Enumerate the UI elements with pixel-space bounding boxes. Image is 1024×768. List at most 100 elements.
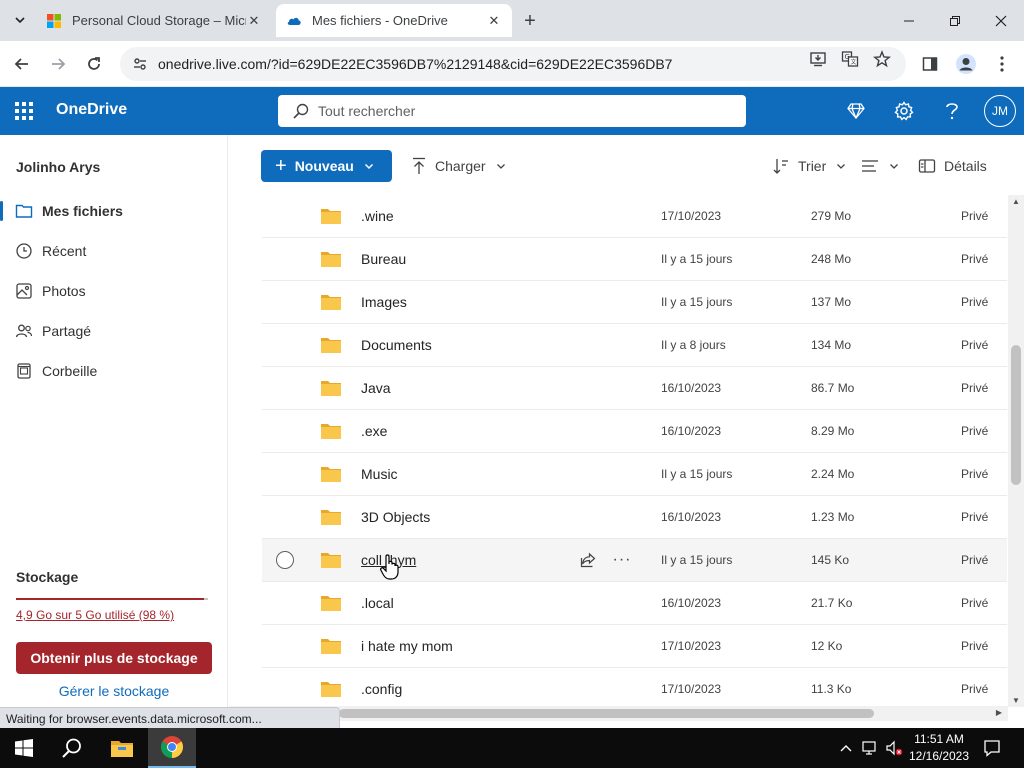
- start-button[interactable]: [0, 728, 48, 768]
- file-name[interactable]: i hate my mom: [361, 638, 453, 654]
- browser-tab-active[interactable]: Mes fichiers - OneDrive ✕: [276, 4, 512, 37]
- side-panel-icon[interactable]: [916, 50, 944, 78]
- back-button[interactable]: [8, 50, 36, 78]
- vertical-scrollbar[interactable]: ▲ ▼: [1008, 195, 1024, 707]
- nav-item-recent[interactable]: Récent: [0, 233, 227, 269]
- file-name[interactable]: .local: [361, 595, 394, 611]
- close-window-button[interactable]: [978, 0, 1024, 41]
- volume-muted-icon[interactable]: [884, 738, 904, 758]
- file-name[interactable]: Java: [361, 380, 391, 396]
- restore-button[interactable]: [932, 0, 978, 41]
- file-size: 1.23 Mo: [811, 510, 855, 524]
- file-row[interactable]: Java 16/10/2023 86.7 Mo Privé: [262, 367, 1007, 410]
- file-size: 134 Mo: [811, 338, 852, 352]
- site-info-icon[interactable]: [126, 50, 154, 78]
- more-options-icon[interactable]: ···: [612, 550, 632, 570]
- nav-item-recycle-bin[interactable]: Corbeille: [0, 353, 227, 389]
- close-tab-icon[interactable]: ✕: [246, 13, 262, 29]
- file-explorer-button[interactable]: [98, 728, 146, 768]
- folder-icon: [321, 682, 341, 697]
- file-name[interactable]: Documents: [361, 337, 432, 353]
- details-button[interactable]: Détails: [918, 150, 987, 182]
- browser-tab-inactive[interactable]: Personal Cloud Storage – Micro ✕: [36, 4, 272, 37]
- file-row[interactable]: Bureau Il y a 15 jours 248 Mo Privé: [262, 238, 1007, 281]
- sort-button[interactable]: Trier: [772, 150, 846, 182]
- reload-button[interactable]: [80, 50, 108, 78]
- plus-icon: +: [275, 155, 287, 177]
- settings-gear-icon[interactable]: [892, 99, 916, 123]
- profile-icon[interactable]: [952, 50, 980, 78]
- premium-diamond-icon[interactable]: [844, 99, 868, 123]
- help-icon[interactable]: [940, 99, 964, 123]
- file-row[interactable]: .config 17/10/2023 11.3 Ko Privé: [262, 668, 1007, 707]
- chevron-down-icon: [837, 164, 846, 169]
- file-size: 11.3 Ko: [811, 682, 852, 696]
- translate-icon[interactable]: G文: [838, 47, 862, 71]
- get-more-storage-button[interactable]: Obtenir plus de stockage: [16, 642, 212, 674]
- onedrive-header: OneDrive: [0, 87, 1024, 135]
- file-name[interactable]: .exe: [361, 423, 387, 439]
- file-row[interactable]: Documents Il y a 8 jours 134 Mo Privé: [262, 324, 1007, 367]
- file-row[interactable]: .wine 17/10/2023 279 Mo Privé: [262, 195, 1007, 238]
- file-row[interactable]: Music Il y a 15 jours 2.24 Mo Privé: [262, 453, 1007, 496]
- scroll-up-arrow-icon[interactable]: ▲: [1012, 197, 1020, 206]
- address-bar[interactable]: onedrive.live.com/?id=629DE22EC3596DB7%2…: [120, 47, 906, 81]
- show-hidden-icons-chevron-icon[interactable]: [836, 738, 856, 758]
- file-row[interactable]: coll_hym···Il y a 15 jours145 KoPrivé: [262, 539, 1007, 582]
- share-icon[interactable]: [578, 550, 598, 570]
- file-name[interactable]: .wine: [361, 208, 394, 224]
- search-box[interactable]: [278, 95, 746, 127]
- user-name: Jolinho Arys: [16, 159, 101, 175]
- app-name[interactable]: OneDrive: [56, 101, 127, 119]
- scrollbar-thumb[interactable]: [339, 709, 874, 718]
- scroll-down-arrow-icon[interactable]: ▼: [1012, 696, 1020, 705]
- install-app-icon[interactable]: [806, 47, 830, 71]
- file-name[interactable]: Images: [361, 294, 407, 310]
- select-checkbox[interactable]: [276, 551, 294, 569]
- scroll-right-arrow-icon[interactable]: ▶: [996, 708, 1002, 717]
- tab-search-button[interactable]: [8, 8, 32, 32]
- file-row[interactable]: Images Il y a 15 jours 137 Mo Privé: [262, 281, 1007, 324]
- storage-title: Stockage: [16, 569, 79, 585]
- kebab-menu-icon[interactable]: [988, 50, 1016, 78]
- search-input[interactable]: [318, 103, 718, 119]
- minimize-icon: [904, 20, 914, 21]
- horizontal-scrollbar[interactable]: ▶: [229, 706, 1008, 721]
- file-name[interactable]: 3D Objects: [361, 509, 430, 525]
- storage-usage-link[interactable]: 4,9 Go sur 5 Go utilisé (98 %): [16, 608, 174, 622]
- file-row[interactable]: 3D Objects 16/10/2023 1.23 Mo Privé: [262, 496, 1007, 539]
- minimize-button[interactable]: [886, 0, 932, 41]
- omnibox-actions: G文: [806, 47, 894, 71]
- user-avatar[interactable]: JM: [984, 95, 1016, 127]
- chrome-taskbar-button[interactable]: [148, 728, 196, 768]
- tab-title: Mes fichiers - OneDrive: [312, 13, 448, 28]
- file-name[interactable]: .config: [361, 681, 402, 697]
- bookmark-star-icon[interactable]: [870, 47, 894, 71]
- manage-storage-link[interactable]: Gérer le stockage: [0, 683, 228, 699]
- new-tab-button[interactable]: +: [518, 9, 542, 33]
- app-launcher-icon[interactable]: [12, 99, 36, 123]
- file-name[interactable]: Bureau: [361, 251, 406, 267]
- nav-item-my-files[interactable]: Mes fichiers: [0, 193, 227, 229]
- notifications-icon[interactable]: [982, 738, 1002, 758]
- system-clock[interactable]: 11:51 AM 12/16/2023: [904, 731, 974, 765]
- file-row[interactable]: .exe 16/10/2023 8.29 Mo Privé: [262, 410, 1007, 453]
- close-tab-icon[interactable]: ✕: [486, 13, 502, 29]
- nav-item-shared[interactable]: Partagé: [0, 313, 227, 349]
- scrollbar-thumb[interactable]: [1011, 345, 1021, 485]
- new-button[interactable]: + Nouveau: [261, 150, 392, 182]
- browser-tab-strip: Personal Cloud Storage – Micro ✕ Mes fic…: [0, 0, 1024, 41]
- file-name[interactable]: Music: [361, 466, 398, 482]
- upload-button[interactable]: Charger: [411, 150, 506, 182]
- clock-date: 12/16/2023: [908, 749, 970, 763]
- nav-item-photos[interactable]: Photos: [0, 273, 227, 309]
- search-taskbar-button[interactable]: [48, 728, 96, 768]
- view-options-button[interactable]: [861, 150, 899, 182]
- sort-icon: [773, 159, 788, 174]
- network-icon[interactable]: [860, 738, 880, 758]
- forward-button[interactable]: [44, 50, 72, 78]
- search-icon: [293, 103, 309, 119]
- folder-icon: [321, 424, 341, 439]
- file-row[interactable]: i hate my mom 17/10/2023 12 Ko Privé: [262, 625, 1007, 668]
- file-row[interactable]: .local 16/10/2023 21.7 Ko Privé: [262, 582, 1007, 625]
